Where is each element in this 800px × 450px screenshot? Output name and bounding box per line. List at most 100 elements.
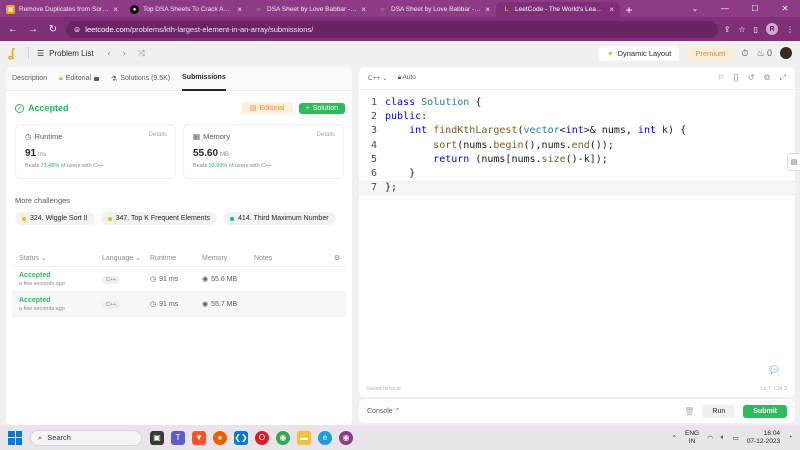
tab-submissions[interactable]: Submissions [182, 67, 226, 91]
bookmark-star-icon[interactable]: ☆ [738, 25, 745, 34]
maximize-icon[interactable]: ☐ [740, 0, 770, 17]
problem-list-button[interactable]: ☰ Problem List [37, 49, 94, 58]
settings-gear-icon[interactable]: ⚙ [328, 254, 346, 262]
vscode-icon[interactable]: ❮❯ [234, 430, 248, 445]
memory-details-link[interactable]: Details [317, 132, 335, 138]
chrome-profile-icon[interactable]: ◉ [339, 430, 353, 445]
url-path: /problems/kth-largest-element-in-an-arra… [129, 24, 314, 34]
battery-icon[interactable]: ▭ [733, 434, 739, 442]
row-status[interactable]: Accepted [19, 272, 102, 279]
editorial-button[interactable]: ▤ Editorial [241, 102, 293, 114]
sidebar-icon[interactable]: ▯ [754, 25, 758, 34]
language-select[interactable]: C++ ⌄ [368, 74, 388, 82]
tab-editorial[interactable]: 🔒︎ Editorial [59, 67, 100, 91]
menu-dots-icon[interactable]: ⋮ [786, 25, 794, 34]
browser-tab[interactable]: ∞ DSA Sheet by Love Babbar - Gee × [372, 2, 496, 17]
taskbar-search[interactable]: ⌕ Search [30, 429, 142, 446]
close-icon[interactable]: × [485, 5, 490, 14]
braces-icon[interactable]: {} [733, 73, 738, 83]
status-column-header[interactable]: Status ⌄ [12, 254, 102, 262]
submit-button[interactable]: Submit [743, 404, 787, 418]
shuffle-icon[interactable]: ⤨ [138, 48, 145, 59]
clock[interactable]: 16:04 07-12-2023 [747, 430, 780, 446]
challenge-chip[interactable]: 414. Third Maximum Number [223, 212, 336, 225]
browser-tab[interactable]: ∞ DSA Sheet by Love Babbar - Gee × [248, 2, 372, 17]
timer-icon[interactable]: ⏱ [741, 48, 748, 59]
plus-icon: + [305, 104, 310, 112]
notes-column-header: Notes [254, 254, 273, 262]
tab-solutions[interactable]: ⚗ Solutions (9.5K) [111, 67, 170, 91]
memory-card[interactable]: ▦ Memory Details 55.60 MB Beats 93.89% of … [183, 124, 344, 179]
premium-button[interactable]: Premium [687, 45, 734, 61]
browser-tab[interactable]: ▣ Remove Duplicates from Sorted × [0, 2, 124, 17]
dynamic-layout-button[interactable]: ✦ Dynamic Layout [599, 45, 680, 61]
close-icon[interactable]: × [609, 5, 614, 14]
url-field[interactable]: ⊜ leetcode.com/problems/kth-largest-elem… [66, 20, 718, 38]
run-button[interactable]: Run [702, 404, 736, 418]
close-window-icon[interactable]: ✕ [770, 0, 800, 17]
table-row[interactable]: Accepted a few seconds ago C++ ◷ 91 ms ◉ 55… [12, 267, 346, 292]
runtime-card[interactable]: ◷ Runtime Details 91 ms Beats 73.48% of us… [15, 124, 176, 179]
close-icon[interactable]: × [361, 5, 366, 14]
back-icon[interactable]: ← [6, 24, 20, 35]
tab-title: Remove Duplicates from Sorted [19, 6, 110, 13]
streak-count: 0 [766, 47, 772, 58]
runtime-details-link[interactable]: Details [149, 132, 167, 138]
teams-icon[interactable]: T [171, 430, 185, 445]
console-toggle[interactable]: Console ⌃ [367, 407, 401, 415]
brave-icon[interactable]: ▼ [192, 430, 206, 445]
trash-icon[interactable]: 🗑︎ [684, 407, 694, 416]
table-row[interactable]: Accepted a few seconds ago C++ ◷ 91 ms ◉ 55… [12, 292, 346, 317]
tab-favicon-icon: ∞ [256, 6, 261, 13]
site-info-icon[interactable]: ⊜ [74, 25, 80, 34]
task-view-icon[interactable]: ▣ [150, 430, 164, 445]
new-tab-button[interactable]: + [620, 2, 638, 17]
file-explorer-icon[interactable]: ▬ [297, 430, 311, 445]
settings-icon[interactable]: ⚙ [763, 73, 770, 83]
challenge-chip[interactable]: 347. Top K Frequent Elements [100, 212, 218, 225]
auto-mode-toggle[interactable]: 🔒︎ Auto [398, 74, 416, 82]
minimize-icon[interactable]: — [710, 0, 740, 17]
chevron-down-icon[interactable]: ⌄ [680, 0, 710, 17]
row-status[interactable]: Accepted [19, 297, 102, 304]
challenge-chip[interactable]: 324. Wiggle Sort II [15, 212, 95, 225]
next-problem-icon[interactable]: › [123, 48, 126, 59]
notification-icon[interactable]: ◔ [788, 434, 792, 441]
reload-icon[interactable]: ↻ [46, 24, 60, 35]
close-icon[interactable]: × [113, 5, 118, 14]
book-icon: ▤ [249, 105, 257, 112]
reset-icon[interactable]: ↺ [748, 73, 755, 83]
profile-avatar[interactable]: R [766, 23, 778, 35]
opera-icon[interactable]: O [255, 430, 269, 445]
window-controls: ⌄ — ☐ ✕ [680, 0, 800, 17]
windows-start-icon[interactable] [8, 430, 22, 445]
runtime-label: Runtime [34, 132, 63, 141]
browser-tab[interactable]: ● Top DSA Sheets To Crack Any C × [124, 2, 248, 17]
divider [28, 47, 29, 59]
code-area[interactable]: 1 class Solution { 2 public: 3 int findKth… [359, 95, 795, 196]
expand-icon[interactable]: ⤢ [780, 73, 786, 83]
language-column-header[interactable]: Language ⌄ [102, 254, 150, 262]
share-icon[interactable]: ⇪ [724, 25, 731, 34]
volume-icon[interactable]: 🔈︎ [721, 434, 725, 442]
chat-icon[interactable]: 💬︎ [767, 363, 781, 377]
windows-taskbar: ⌕ Search ▣ T ▼ ● ❮❯ O ◉ ▬ e ◉ ⌃ ENG IN ◠ … [0, 425, 800, 450]
firefox-icon[interactable]: ● [213, 430, 227, 445]
leetcode-logo-icon[interactable]: ʆ [8, 46, 20, 60]
panel-resize-handle[interactable] [355, 67, 358, 425]
solution-button[interactable]: + Solution [298, 102, 345, 114]
wifi-icon[interactable]: ◠ [707, 434, 713, 442]
chrome-icon[interactable]: ◉ [276, 430, 290, 445]
side-note-tab[interactable]: ▤ [787, 153, 800, 171]
user-avatar[interactable] [780, 47, 792, 59]
forward-icon[interactable]: → [26, 24, 40, 35]
close-icon[interactable]: × [237, 5, 242, 14]
edge-icon[interactable]: e [318, 430, 332, 445]
streak-fire-icon[interactable]: ♨ 0 [756, 48, 772, 59]
browser-tab-active[interactable]: L LeetCode - The World's Leading × [496, 2, 620, 17]
tab-description[interactable]: Description [12, 67, 47, 91]
prev-problem-icon[interactable]: ‹ [108, 48, 111, 59]
bookmark-icon[interactable]: ⚐ [717, 73, 724, 83]
language-indicator[interactable]: ENG IN [685, 430, 699, 446]
chevron-up-icon[interactable]: ⌃ [672, 434, 677, 442]
